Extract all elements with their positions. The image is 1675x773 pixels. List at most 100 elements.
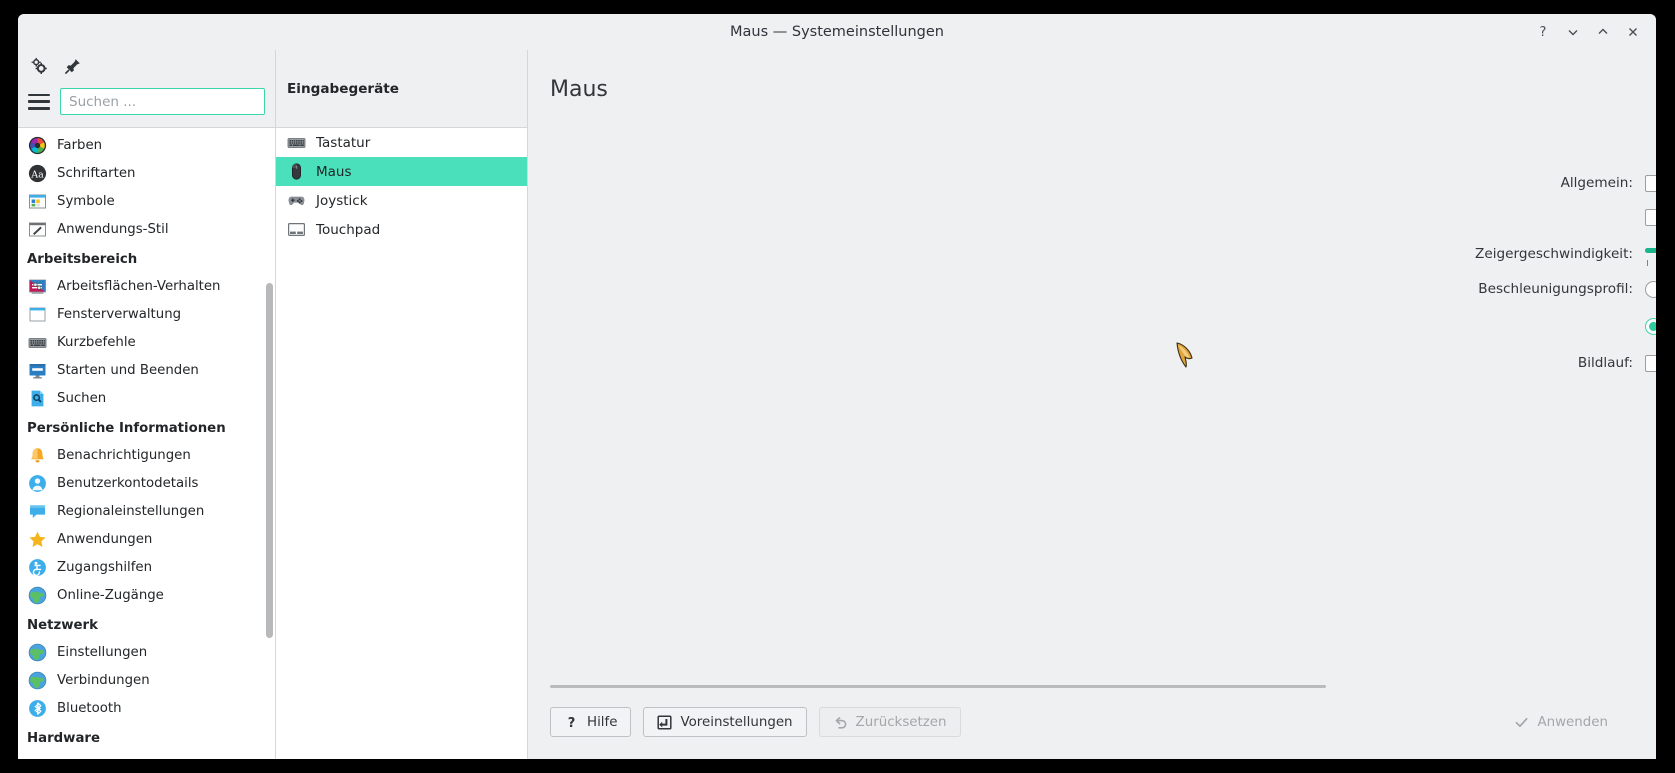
sidebar-item-label: Benutzerkontodetails	[57, 475, 199, 491]
help-button-footer[interactable]: ? Hilfe	[550, 707, 632, 737]
radio-accel-flat[interactable]	[1645, 280, 1656, 298]
sidebar-item-anwendungs-stil[interactable]: Anwendungs-Stil	[18, 215, 275, 243]
sidebar-item-zugangshilfen[interactable]: Zugangshilfen	[18, 553, 275, 581]
system-settings-window: Maus — Systemeinstellungen ? Suchen ... …	[18, 14, 1656, 759]
star-icon	[29, 531, 46, 547]
reset-button[interactable]: Zurücksetzen	[818, 707, 961, 737]
sidebar-item-label: Starten und Beenden	[57, 362, 199, 378]
category-item-joystick[interactable]: Joystick	[276, 186, 527, 215]
sidebar-item-label: Suchen	[57, 390, 107, 406]
slider-fill	[1645, 247, 1656, 253]
category-item-touchpad[interactable]: Touchpad	[276, 215, 527, 244]
undo-arrow-icon	[835, 716, 846, 729]
close-button[interactable]	[1620, 19, 1646, 45]
sidebar-item-arbeitsflaechen-verhalten[interactable]: Arbeitsflächen-Verhalten	[18, 272, 275, 300]
icons-icon	[29, 194, 46, 208]
sidebar-item-kurzbefehle[interactable]: Kurzbefehle	[18, 328, 275, 356]
sidebar-item-label: Anwendungs-Stil	[57, 221, 169, 237]
pin-icon[interactable]	[64, 57, 82, 75]
sidebar-item-regionaleinstellungen[interactable]: Regionaleinstellungen	[18, 497, 275, 525]
fonts-icon: Aa	[28, 164, 47, 182]
search-document-icon	[31, 390, 44, 406]
category-item-label: Tastatur	[316, 134, 371, 151]
gear-icon[interactable]	[30, 57, 48, 75]
sidebar-item-label: Benachrichtigungen	[57, 447, 191, 463]
app-style-icon	[29, 222, 46, 236]
sidebar-item-label: Kurzbefehle	[57, 334, 136, 350]
minimize-button[interactable]	[1560, 19, 1586, 45]
category-item-label: Joystick	[316, 192, 368, 209]
globe-icon	[28, 671, 47, 689]
row-general-left-handed: Allgemein: Linkshändige Bedienung	[528, 166, 1656, 200]
sidebar-item-suchen[interactable]: Suchen	[18, 384, 275, 412]
window-title: Maus — Systemeinstellungen	[730, 24, 944, 40]
label-bildlauf: Bildlauf:	[1577, 355, 1633, 371]
row-middle-click: Linke und rechte Taste für Mittelklick d…	[528, 200, 1656, 235]
label-pointer-speed: Zeigergeschwindigkeit:	[1475, 245, 1633, 262]
sidebar-item-schriftarten[interactable]: Aa Schriftarten	[18, 159, 275, 187]
window-body: Farben Aa Schriftarten	[18, 50, 1656, 759]
sidebar-item-starten-und-beenden[interactable]: Starten und Beenden	[18, 356, 275, 384]
apply-button[interactable]: Anwenden	[1500, 707, 1622, 737]
help-button-label: Hilfe	[587, 714, 618, 730]
sidebar-item-farben[interactable]: Farben	[18, 131, 275, 159]
hamburger-icon[interactable]	[28, 93, 50, 110]
sidebar-header-arbeitsbereich: Arbeitsbereich	[27, 252, 138, 267]
category-item-maus[interactable]: Maus	[276, 157, 527, 186]
checkbox-invert-scroll[interactable]	[1645, 354, 1656, 372]
sidebar-header-netzwerk: Netzwerk	[27, 618, 98, 633]
bell-icon	[31, 447, 44, 462]
sidebar-item-label: Anwendungen	[57, 531, 153, 547]
sidebar-item-label: Online-Zugänge	[57, 587, 164, 603]
row-accel-profile-adaptive: Adaptiv	[528, 306, 1656, 346]
accessibility-icon	[29, 558, 46, 576]
sidebar-item-benachrichtigungen[interactable]: Benachrichtigungen	[18, 441, 275, 469]
sidebar-item-label: Bluetooth	[57, 700, 122, 716]
sidebar-item-label: Arbeitsflächen-Verhalten	[57, 278, 221, 294]
sidebar-item-verbindungen[interactable]: Verbindungen	[18, 666, 275, 694]
title-bar: Maus — Systemeinstellungen ?	[18, 14, 1656, 50]
defaults-restore-icon	[657, 714, 673, 730]
sidebar-item-benutzerkontodetails[interactable]: Benutzerkontodetails	[18, 469, 275, 497]
sidebar-item-anwendungen[interactable]: Anwendungen	[18, 525, 275, 553]
svg-text:?: ?	[1540, 25, 1547, 39]
help-button[interactable]: ?	[1530, 19, 1556, 45]
checkbox-middle-click-emulation[interactable]	[1645, 209, 1656, 226]
sidebar-item-einstellungen[interactable]: Einstellungen	[18, 638, 275, 666]
main-panel: Maus Allgemein: Linkshändige Bedienung	[528, 50, 1656, 759]
gamepad-icon	[288, 196, 305, 206]
reset-button-label: Zurücksetzen	[855, 714, 947, 730]
sidebar-item-online-zugaenge[interactable]: Online-Zugänge	[18, 581, 275, 609]
footer-separator	[550, 685, 1326, 688]
sidebar-item-symbole[interactable]: Symbole	[18, 187, 275, 215]
color-wheel-icon	[28, 136, 47, 154]
question-mark-icon: ?	[568, 716, 576, 730]
sidebar-item-bluetooth[interactable]: Bluetooth	[18, 694, 275, 722]
touchpad-icon	[288, 222, 306, 237]
window-management-icon	[29, 307, 46, 321]
category-item-tastatur[interactable]: Tastatur	[276, 128, 527, 157]
sidebar-item-label: Einstellungen	[57, 644, 148, 660]
sidebar-item-fensterverwaltung[interactable]: Fensterverwaltung	[18, 300, 275, 328]
svg-text:?: ?	[568, 716, 576, 730]
maximize-button[interactable]	[1590, 19, 1616, 45]
globe-icon	[28, 643, 47, 661]
slider-ticks	[1645, 259, 1656, 266]
sidebar-scrollbar[interactable]	[266, 283, 273, 638]
label-allgemein: Allgemein:	[1560, 175, 1633, 191]
slider-pointer-speed[interactable]	[1645, 243, 1656, 266]
defaults-button[interactable]: Voreinstellungen	[643, 707, 807, 737]
page-title: Maus	[550, 76, 608, 102]
sidebar-list[interactable]: Farben Aa Schriftarten Symbole Anwendung…	[18, 128, 275, 759]
sidebar-header-hardware: Hardware	[27, 731, 101, 746]
search-input[interactable]	[60, 88, 265, 115]
sidebar-toolbar	[18, 50, 275, 82]
sidebar-item-label: Regionaleinstellungen	[57, 503, 205, 519]
checkbox-left-handed[interactable]	[1645, 174, 1656, 192]
radio-accel-adaptive[interactable]	[1645, 317, 1656, 335]
region-language-icon	[30, 504, 45, 518]
search-row	[18, 82, 275, 128]
desktop-behavior-icon	[29, 279, 46, 294]
apply-button-label: Anwenden	[1537, 714, 1608, 730]
row-accel-profile-flat: Beschleunigungsprofil: Flach	[528, 272, 1656, 306]
